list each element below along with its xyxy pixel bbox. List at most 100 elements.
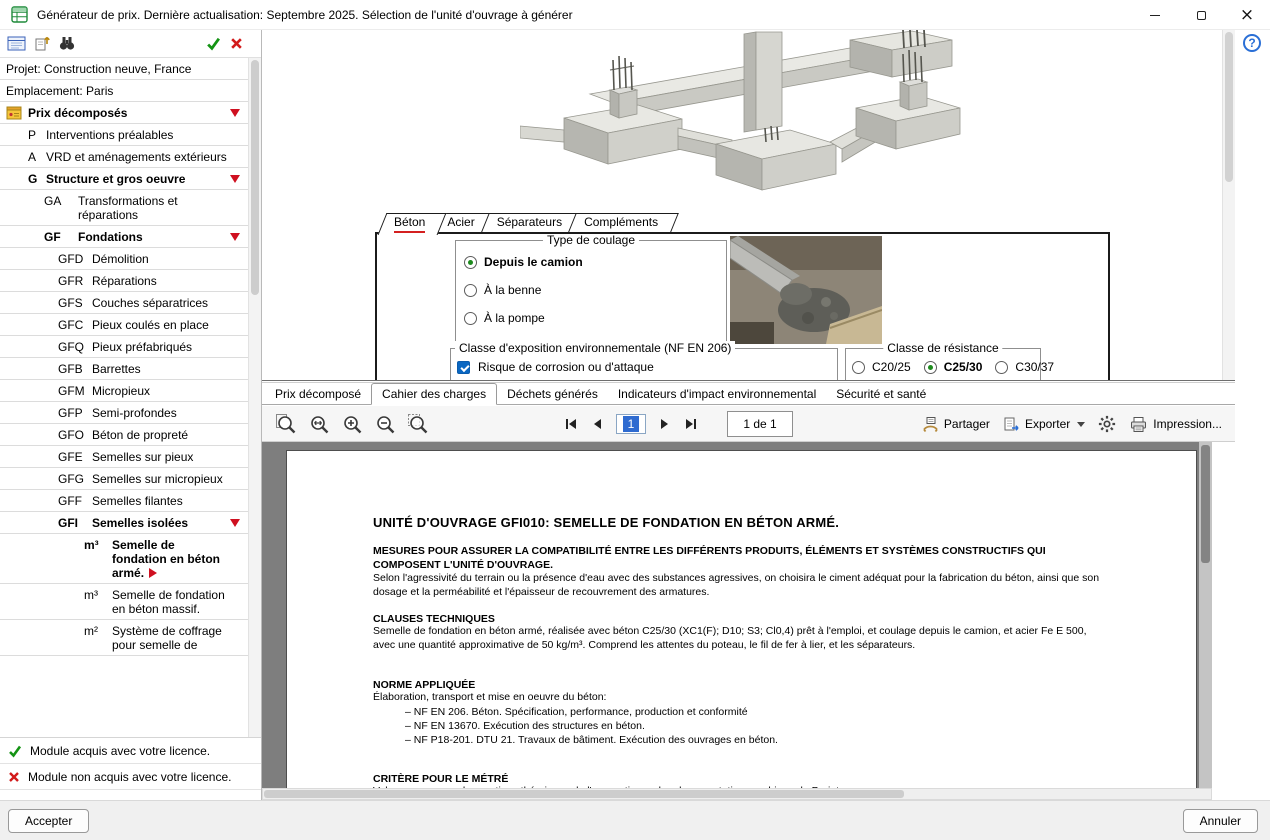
horizontal-splitter[interactable]: [262, 380, 1235, 383]
zoom-in-button[interactable]: [340, 412, 364, 436]
pour-type-option-depuis-le-camion[interactable]: Depuis le camion: [464, 255, 583, 269]
next-page-button[interactable]: [655, 415, 673, 433]
tree-item[interactable]: GFB Barrettes: [0, 358, 248, 380]
document-vertical-scrollbar-thumb[interactable]: [1201, 445, 1210, 563]
sidebar: Projet: Construction neuve, France Emplac…: [0, 30, 262, 800]
cancel-button[interactable]: Annuler: [1182, 809, 1258, 833]
tree-item[interactable]: GFS Couches séparatrices: [0, 292, 248, 314]
zoom-out-button[interactable]: [373, 412, 397, 436]
tree-item-label: Interventions préalables: [46, 128, 174, 142]
tree-item[interactable]: P Interventions préalables: [0, 124, 248, 146]
gear-icon: [1099, 415, 1116, 433]
doc-heading2: MESURES POUR ASSURER LA COMPATIBILITÉ EN…: [373, 545, 1046, 572]
tree-item-label: Semelles sur pieux: [92, 450, 194, 464]
sidebar-scrollbar[interactable]: [248, 58, 261, 737]
minimize-button[interactable]: [1132, 0, 1178, 30]
search-button[interactable]: [58, 35, 76, 51]
tree-item[interactable]: GFF Semelles filantes: [0, 490, 248, 512]
share-label: Partager: [943, 417, 990, 431]
tree-item[interactable]: m³ Semelle de fondation en béton armé.: [0, 534, 248, 584]
page-count-box: 1 de 1: [727, 411, 793, 437]
tree-item[interactable]: Prix décomposés: [0, 102, 248, 124]
tree-item[interactable]: GFD Démolition: [0, 248, 248, 270]
zoom-selection-button[interactable]: [406, 412, 430, 436]
unlicensed-filter-button[interactable]: [230, 37, 243, 50]
radio-icon: [464, 255, 477, 269]
tree-item[interactable]: GFR Réparations: [0, 270, 248, 292]
tree-item[interactable]: GFM Micropieux: [0, 380, 248, 402]
tree-item-code: GFI: [58, 516, 78, 530]
settings-button[interactable]: [1095, 415, 1119, 433]
export-tree-button[interactable]: [34, 35, 51, 52]
zoom-fit-width-button[interactable]: [307, 412, 331, 436]
tree-item-label: Pieux coulés en place: [92, 318, 209, 332]
tree-item-label: Barrettes: [92, 362, 141, 376]
radio-icon: [464, 311, 477, 325]
exposure-class-title: Classe d'exposition environnementale (NF…: [455, 341, 736, 355]
tree-item[interactable]: GFE Semelles sur pieux: [0, 446, 248, 468]
legend-row: Module acquis avec votre licence.: [0, 738, 261, 764]
document-horizontal-scrollbar[interactable]: [262, 788, 1212, 800]
print-preview-button[interactable]: [7, 35, 27, 52]
doc-tab-indicateurs-d-impact-environnemental[interactable]: Indicateurs d'impact environnemental: [608, 384, 826, 404]
resistance-option-c25-30[interactable]: C25/30: [923, 360, 982, 374]
tree-item-code: GFB: [58, 362, 83, 376]
previous-page-button[interactable]: [589, 415, 607, 433]
last-page-button[interactable]: [682, 415, 700, 433]
export-icon: [1004, 417, 1019, 431]
doc-para: Selon l'agressivité du terrain ou la pré…: [373, 572, 1100, 599]
doc-tab-securite-et-sante[interactable]: Sécurité et santé: [826, 384, 936, 404]
resistance-option-c30-37[interactable]: C30/37: [995, 360, 1054, 374]
tree-item[interactable]: GFI Semelles isolées: [0, 512, 248, 534]
doc-tab-dechets-generes[interactable]: Déchets générés: [497, 384, 608, 404]
doc-tab-cahier-des-charges[interactable]: Cahier des charges: [371, 383, 498, 405]
tree-item[interactable]: A VRD et aménagements extérieurs: [0, 146, 248, 168]
tree-item[interactable]: m² Système de coffrage pour semelle de: [0, 620, 248, 656]
sidebar-scrollbar-thumb[interactable]: [251, 60, 259, 295]
resistance-option-c20-25[interactable]: C20/25: [852, 360, 911, 374]
tree-item-label: Béton de propreté: [92, 428, 189, 442]
tree-item-code: GFP: [58, 406, 83, 420]
pour-type-option-a-la-pompe[interactable]: À la pompe: [464, 311, 583, 325]
tree-item[interactable]: GFC Pieux coulés en place: [0, 314, 248, 336]
doc-tab-prix-decompose[interactable]: Prix décomposé: [265, 384, 371, 404]
tree-item[interactable]: GFQ Pieux préfabriqués: [0, 336, 248, 358]
tree-item-label: Projet: Construction neuve, France: [6, 62, 192, 76]
options-panel-scrollbar[interactable]: [1222, 30, 1235, 380]
close-button[interactable]: ×: [1224, 0, 1270, 30]
first-page-button[interactable]: [562, 415, 580, 433]
document-horizontal-scrollbar-thumb[interactable]: [264, 790, 904, 798]
tree-item[interactable]: GF Fondations: [0, 226, 248, 248]
tree-item[interactable]: GFG Semelles sur micropieux: [0, 468, 248, 490]
tab-beton[interactable]: Béton: [382, 213, 442, 233]
tree-item[interactable]: m³ Semelle de fondation en béton massif.: [0, 584, 248, 620]
accept-button[interactable]: Accepter: [8, 809, 90, 833]
pour-type-option-a-la-benne[interactable]: À la benne: [464, 283, 583, 297]
tree-item[interactable]: GFP Semi-profondes: [0, 402, 248, 424]
legend-text: Module non acquis avec votre licence.: [28, 769, 232, 784]
sidebar-tree: Projet: Construction neuve, France Emplac…: [0, 58, 248, 737]
corrosion-risk-checkbox[interactable]: [457, 360, 470, 374]
maximize-button[interactable]: [1178, 0, 1224, 30]
tree-item-code: GFM: [58, 384, 85, 398]
tree-item[interactable]: GA Transformations et réparations: [0, 190, 248, 226]
beton-tab-panel: Type de coulage Depuis le camion À la ben…: [375, 232, 1110, 380]
export-button[interactable]: Exporter: [1000, 416, 1088, 433]
tree-item[interactable]: GFO Béton de propreté: [0, 424, 248, 446]
page-number-input[interactable]: 1: [616, 414, 646, 434]
share-button[interactable]: Partager: [919, 416, 993, 433]
tab-separateurs[interactable]: Séparateurs: [485, 213, 579, 232]
help-button[interactable]: ?: [1243, 34, 1261, 52]
radio-option-label: À la benne: [484, 283, 542, 297]
zoom-fit-width-icon: [311, 416, 329, 434]
tree-item-label: Démolition: [92, 252, 149, 266]
licensed-filter-button[interactable]: [206, 36, 221, 51]
tree-item[interactable]: G Structure et gros oeuvre: [0, 168, 248, 190]
document-vertical-scrollbar[interactable]: [1199, 442, 1212, 788]
tab-label: Acier: [447, 215, 475, 229]
tab-complements[interactable]: Compléments: [572, 213, 675, 232]
tab-label: Séparateurs: [496, 215, 563, 229]
print-button[interactable]: Impression...: [1126, 416, 1225, 433]
zoom-fit-page-button[interactable]: [274, 412, 298, 436]
options-panel-scrollbar-thumb[interactable]: [1225, 32, 1233, 182]
